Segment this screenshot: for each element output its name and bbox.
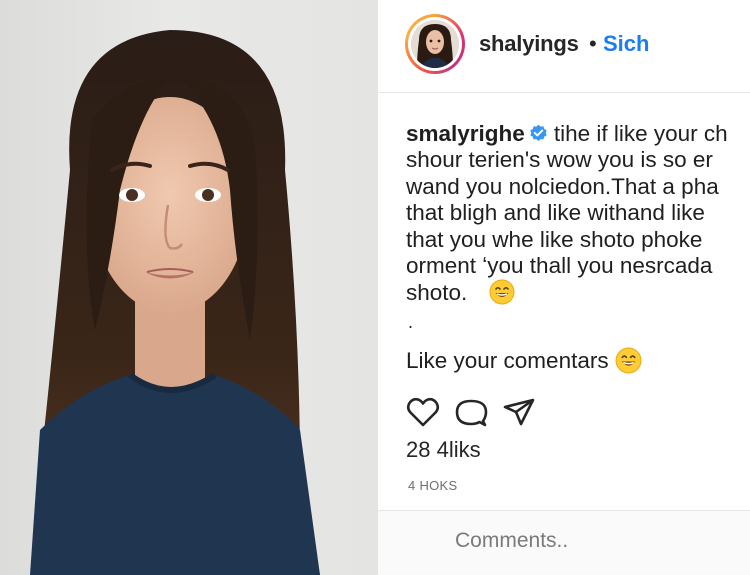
caption-author[interactable]: smalyrighe (406, 121, 525, 146)
comment-item: Like your comentars (406, 347, 642, 374)
smile-emoji-icon (489, 279, 515, 305)
post-photo[interactable] (0, 0, 378, 575)
comment-input[interactable]: Comments.. (455, 529, 568, 553)
avatar-portrait (411, 20, 459, 68)
share-icon[interactable] (502, 396, 536, 428)
caption-text: shoto. (406, 280, 468, 306)
caption-line: shoto. (406, 279, 750, 306)
caption-text: tihe if like your ch (553, 121, 728, 146)
smile-emoji-icon (615, 347, 642, 374)
comment-icon[interactable] (454, 396, 488, 428)
avatar-border (408, 17, 462, 71)
bullet-dot: . (408, 312, 414, 332)
avatar (411, 20, 459, 68)
avatar-story-ring[interactable] (405, 14, 465, 74)
comment-bar: Comments.. (378, 510, 750, 575)
verified-icon (530, 124, 547, 141)
likes-count[interactable]: 28 4liks (406, 437, 481, 463)
separator-dot: • (589, 31, 597, 56)
portrait-illustration (30, 30, 320, 575)
follow-button[interactable]: Sich (603, 31, 649, 57)
post-caption: smalyrighe tihe if like your ch shour te… (406, 121, 750, 307)
post-header: shalyings • Sich (378, 0, 750, 93)
post-detail-panel: shalyings • Sich smalyrighe tihe if like… (378, 0, 750, 575)
caption-line: smalyrighe tihe if like your ch (406, 121, 750, 147)
caption-line: shour terien's wow you is so er (406, 147, 713, 173)
heart-icon[interactable] (406, 396, 440, 428)
caption-line: that you whe like shoto phoke (406, 226, 703, 252)
post-username[interactable]: shalyings (479, 31, 579, 57)
comment-text: Like your comentars (406, 348, 609, 373)
caption-line: wand you nolciedon.That a pha (406, 173, 719, 199)
caption-line: that bligh and like withand like (406, 200, 705, 226)
caption-line: orment ʻyou thall you nesrcada (406, 253, 713, 279)
post-timestamp: 4 HOKS (408, 478, 458, 493)
